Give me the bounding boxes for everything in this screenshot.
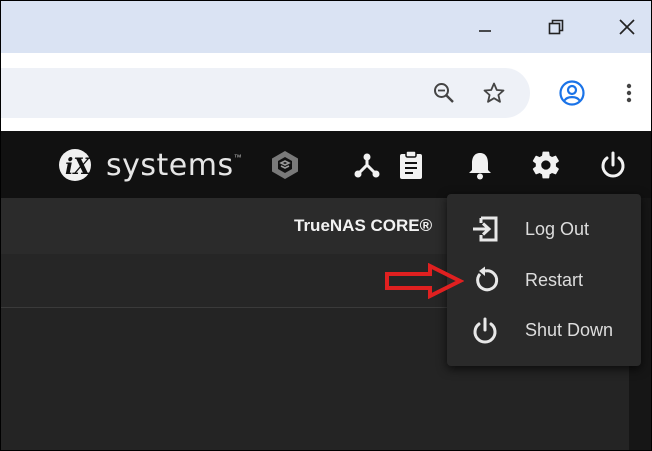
alerts-button[interactable] — [462, 147, 498, 183]
replication-tasks-icon — [354, 153, 380, 178]
browser-titlebar — [1, 1, 651, 53]
more-menu-icon — [626, 83, 632, 103]
jobs-button[interactable] — [393, 147, 429, 183]
power-menu: Log Out Restart Shut Down — [447, 194, 641, 366]
restore-icon — [548, 19, 564, 35]
menu-item-shut-down[interactable]: Shut Down — [447, 305, 641, 355]
menu-item-log-out[interactable]: Log Out — [447, 204, 641, 254]
menu-item-restart[interactable]: Restart — [447, 255, 641, 305]
logout-icon — [469, 213, 501, 245]
browser-toolbar — [1, 53, 651, 131]
logo-wordmark: systems — [106, 147, 234, 183]
power-icon — [601, 151, 625, 178]
settings-button[interactable] — [528, 147, 564, 183]
ix-logo-mark-icon: iX — [59, 149, 91, 181]
minimize-icon — [479, 30, 491, 32]
alerts-bell-icon — [469, 153, 491, 180]
menu-item-label: Log Out — [525, 218, 590, 239]
close-window-button[interactable] — [607, 9, 647, 45]
restore-button[interactable] — [536, 9, 576, 45]
menu-item-label: Restart — [525, 269, 584, 290]
profile-icon — [559, 80, 585, 106]
zoom-out-icon — [434, 83, 454, 103]
jobs-clipboard-icon — [400, 150, 422, 179]
bookmark-star-icon — [483, 82, 505, 103]
power-button[interactable] — [595, 147, 631, 183]
restart-icon — [469, 264, 501, 296]
settings-gear-icon — [532, 151, 559, 179]
truecommand-button[interactable] — [267, 147, 303, 183]
ixsystems-logo[interactable]: iX systems ™ — [57, 147, 242, 183]
profile-button[interactable] — [556, 77, 588, 109]
screenshot-frame: iX systems ™ TrueNAS CORE® Log Out Resta… — [0, 0, 652, 451]
truecommand-icon — [272, 151, 298, 179]
zoom-out-button[interactable] — [428, 77, 460, 109]
more-menu-button[interactable] — [613, 77, 645, 109]
svg-text:iX: iX — [65, 154, 91, 180]
close-icon — [619, 19, 635, 35]
bookmark-button[interactable] — [478, 77, 510, 109]
product-name: TrueNAS CORE® — [294, 216, 433, 235]
minimize-button[interactable] — [465, 9, 505, 45]
annotation-arrow-icon — [385, 263, 464, 299]
menu-item-label: Shut Down — [525, 319, 614, 340]
shutdown-icon — [469, 314, 501, 346]
replication-button[interactable] — [349, 147, 385, 183]
logo-trademark: ™ — [233, 153, 242, 162]
